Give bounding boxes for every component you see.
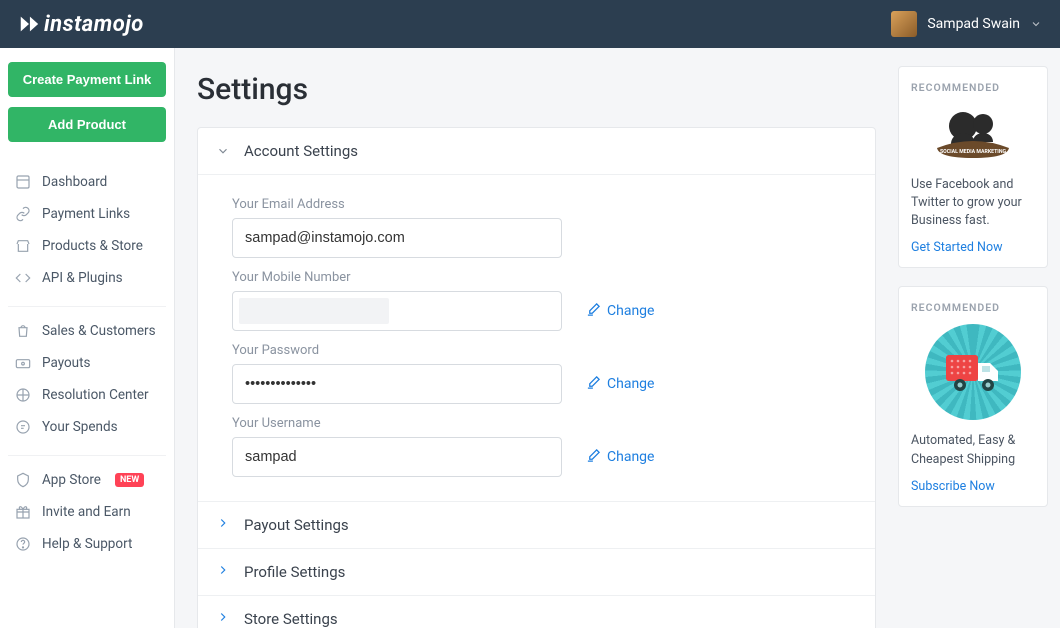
avatar	[891, 11, 917, 37]
wallet-icon	[14, 419, 32, 435]
sidebar-item-your-spends[interactable]: Your Spends	[8, 411, 166, 443]
field-username: Your Username Change	[232, 416, 841, 477]
change-username-link[interactable]: Change	[586, 448, 654, 467]
section-store-settings[interactable]: Store Settings	[198, 595, 875, 628]
chevron-down-icon	[1030, 15, 1042, 34]
shield-icon	[14, 387, 32, 403]
money-icon	[14, 355, 32, 371]
gift-icon	[14, 504, 32, 520]
sidebar-item-sales-customers[interactable]: Sales & Customers	[8, 315, 166, 347]
create-payment-link-button[interactable]: Create Payment Link	[8, 62, 166, 97]
recommended-card-shipping: RECOMMENDED	[898, 286, 1048, 506]
sidebar-item-app-store[interactable]: App Store NEW	[8, 464, 166, 496]
app-icon	[14, 472, 32, 488]
sidebar-item-api-plugins[interactable]: API & Plugins	[8, 262, 166, 294]
change-password-link[interactable]: Change	[586, 375, 654, 394]
sidebar-item-payment-links[interactable]: Payment Links	[8, 198, 166, 230]
sidebar-item-invite-earn[interactable]: Invite and Earn	[8, 496, 166, 528]
section-payout-settings[interactable]: Payout Settings	[198, 501, 875, 548]
chevron-right-icon	[216, 516, 230, 534]
section-account-settings-header[interactable]: Account Settings	[198, 128, 875, 175]
mobile-label: Your Mobile Number	[232, 270, 841, 285]
svg-text:SOCIAL MEDIA MARKETING: SOCIAL MEDIA MARKETING	[940, 149, 1007, 155]
username-label: Your Username	[232, 416, 841, 431]
nav-group-main: Dashboard Payment Links Products & Store…	[8, 158, 166, 294]
sidebar-item-label: Payouts	[42, 355, 91, 371]
get-started-link[interactable]: Get Started Now	[911, 240, 1035, 255]
brand-logo[interactable]: instamojo	[18, 12, 144, 37]
add-product-button[interactable]: Add Product	[8, 107, 166, 142]
topbar: instamojo Sampad Swain	[0, 0, 1060, 48]
dashboard-icon	[14, 174, 32, 190]
code-icon	[14, 270, 32, 286]
section-title: Profile Settings	[244, 563, 345, 581]
sidebar-item-label: App Store	[42, 472, 101, 488]
chevron-right-icon	[216, 610, 230, 628]
section-title: Store Settings	[244, 610, 338, 628]
recommended-card-social: RECOMMENDED SOCIAL MEDIA MARKETING Use F…	[898, 66, 1048, 268]
right-rail: RECOMMENDED SOCIAL MEDIA MARKETING Use F…	[898, 48, 1060, 628]
sidebar-item-label: Help & Support	[42, 536, 132, 552]
chevron-right-icon	[216, 563, 230, 581]
social-marketing-icon: SOCIAL MEDIA MARKETING	[911, 104, 1035, 164]
edit-icon	[586, 302, 601, 321]
nav-group-business: Sales & Customers Payouts Resolution Cen…	[8, 306, 166, 443]
change-label: Change	[607, 449, 654, 465]
subscribe-link[interactable]: Subscribe Now	[911, 479, 1035, 494]
email-input[interactable]	[232, 218, 562, 258]
sidebar-item-label: Payment Links	[42, 206, 130, 222]
card-text: Use Facebook and Twitter to grow your Bu…	[911, 176, 1035, 230]
field-email: Your Email Address	[232, 197, 841, 258]
new-badge: NEW	[115, 473, 144, 487]
field-password: Your Password Change	[232, 343, 841, 404]
section-title: Account Settings	[244, 142, 358, 160]
change-mobile-link[interactable]: Change	[586, 302, 654, 321]
settings-panel: Account Settings Your Email Address Your…	[197, 127, 876, 628]
help-icon	[14, 536, 32, 552]
card-text: Automated, Easy & Cheapest Shipping	[911, 432, 1035, 468]
change-label: Change	[607, 376, 654, 392]
brand-icon	[18, 13, 40, 35]
sidebar: Create Payment Link Add Product Dashboar…	[0, 48, 175, 628]
field-mobile: Your Mobile Number Change	[232, 270, 841, 331]
link-icon	[14, 206, 32, 222]
sidebar-item-help-support[interactable]: Help & Support	[8, 528, 166, 560]
sidebar-item-label: Products & Store	[42, 238, 143, 254]
sidebar-item-resolution[interactable]: Resolution Center	[8, 379, 166, 411]
sidebar-item-label: Your Spends	[42, 419, 118, 435]
password-input[interactable]	[232, 364, 562, 404]
password-label: Your Password	[232, 343, 841, 358]
sidebar-item-products-store[interactable]: Products & Store	[8, 230, 166, 262]
edit-icon	[586, 448, 601, 467]
bag-icon	[14, 323, 32, 339]
section-title: Payout Settings	[244, 516, 349, 534]
change-label: Change	[607, 303, 654, 319]
sidebar-item-payouts[interactable]: Payouts	[8, 347, 166, 379]
user-name: Sampad Swain	[927, 16, 1020, 32]
mobile-input[interactable]	[232, 291, 562, 331]
page-title: Settings	[197, 72, 876, 107]
recommended-eyebrow: RECOMMENDED	[911, 301, 1035, 314]
recommended-eyebrow: RECOMMENDED	[911, 81, 1035, 94]
sidebar-item-label: API & Plugins	[42, 270, 123, 286]
section-account-settings-body: Your Email Address Your Mobile Number Ch…	[198, 175, 875, 501]
chevron-down-icon	[216, 144, 230, 158]
main-content: Settings Account Settings Your Email Add…	[175, 48, 898, 628]
sidebar-item-label: Resolution Center	[42, 387, 149, 403]
sidebar-item-label: Dashboard	[42, 174, 107, 190]
sidebar-item-dashboard[interactable]: Dashboard	[8, 166, 166, 198]
edit-icon	[586, 375, 601, 394]
username-input[interactable]	[232, 437, 562, 477]
truck-icon	[911, 324, 1035, 420]
user-menu[interactable]: Sampad Swain	[891, 11, 1042, 37]
nav-group-more: App Store NEW Invite and Earn Help & Sup…	[8, 455, 166, 560]
section-profile-settings[interactable]: Profile Settings	[198, 548, 875, 595]
sidebar-item-label: Sales & Customers	[42, 323, 156, 339]
email-label: Your Email Address	[232, 197, 841, 212]
brand-text: instamojo	[44, 12, 144, 37]
sidebar-item-label: Invite and Earn	[42, 504, 131, 520]
store-icon	[14, 238, 32, 254]
